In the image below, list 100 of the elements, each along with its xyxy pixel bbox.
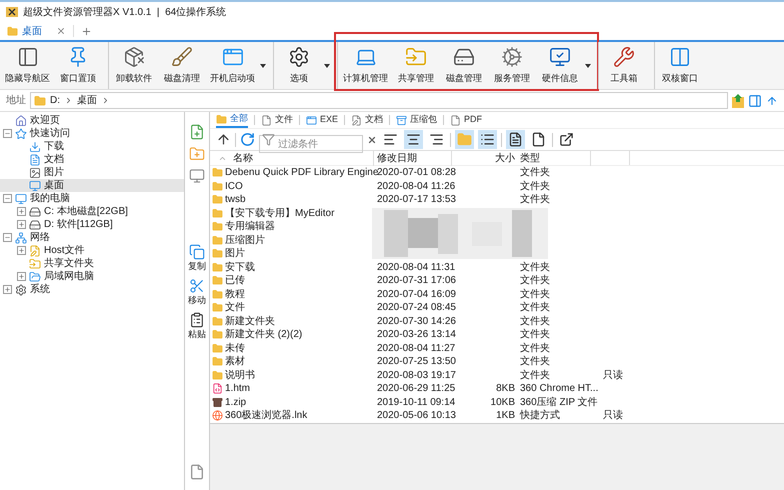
new-tab-icon[interactable] <box>81 26 92 36</box>
tree-item[interactable]: 下载 <box>0 140 184 153</box>
app-logo-icon <box>6 7 18 17</box>
tree-item[interactable]: 局域网电脑 <box>0 270 184 283</box>
toolbar-button[interactable]: 计算机管理 <box>340 44 391 88</box>
folder-icon <box>212 234 223 246</box>
side-action-button[interactable]: 复制 <box>188 244 206 272</box>
toolbar-button[interactable]: 服务管理 <box>489 44 535 88</box>
folder-icon <box>212 167 223 178</box>
file-row[interactable]: 【安下载专用】MyEditor <box>210 206 784 220</box>
tree-item[interactable]: 图片 <box>0 166 184 179</box>
tree-item[interactable]: 共享文件夹 <box>0 257 184 270</box>
file-row[interactable]: 压缩图片 <box>210 234 784 247</box>
tree-item[interactable]: 文档 <box>0 153 184 166</box>
expand-icon[interactable] <box>17 272 26 281</box>
expand-icon[interactable] <box>17 246 26 255</box>
filter-field[interactable]: 过滤条件 <box>259 135 363 153</box>
column-header[interactable]: 名称 <box>210 150 374 166</box>
address-field[interactable]: D: 桌面 <box>30 92 728 109</box>
view-button[interactable] <box>506 130 525 149</box>
file-row[interactable]: 文件 2020-07-24 08:45 文件夹 <box>210 301 784 314</box>
tree-item[interactable]: 欢迎页 <box>0 114 184 127</box>
tree-item[interactable]: D: 软件[112GB] <box>0 218 184 231</box>
side-action-button[interactable] <box>189 124 205 140</box>
expand-icon[interactable] <box>17 207 26 216</box>
toolbar-button[interactable]: 开机启动项 <box>207 44 258 88</box>
file-row[interactable]: 未传 2020-08-04 11:27 文件夹 <box>210 342 784 355</box>
folder-icon <box>212 262 223 273</box>
toolbar-button[interactable]: 共享管理 <box>393 44 439 88</box>
tree-item[interactable]: 桌面 <box>0 179 184 192</box>
collapse-icon[interactable] <box>3 194 12 203</box>
arrow-icon[interactable] <box>766 94 778 106</box>
filter-tab[interactable]: 全部 <box>216 112 248 128</box>
filter-tab[interactable]: EXE <box>306 112 338 128</box>
tree-item[interactable]: 快速访问 <box>0 127 184 140</box>
chevron-icon[interactable] <box>101 96 110 105</box>
tree-item[interactable]: 系统 <box>0 283 184 296</box>
file-row[interactable]: 图片 <box>210 247 784 260</box>
date-cell: 2020-07-01 08:28 <box>377 167 456 178</box>
column-header[interactable]: 类型 <box>518 150 591 166</box>
side-action-button[interactable]: 移动 <box>188 278 206 306</box>
file-row[interactable]: 1.zip 2019-10-11 09:14 10KB 360压缩 ZIP 文件 <box>210 396 784 409</box>
close-icon[interactable] <box>56 26 66 36</box>
filter-tab[interactable]: PDF <box>450 112 482 128</box>
breadcrumb[interactable]: D: <box>50 93 60 108</box>
column-header[interactable]: 修改日期 <box>374 150 452 166</box>
caret-icon[interactable] <box>324 64 330 68</box>
view-button[interactable] <box>404 130 423 149</box>
filter-tab[interactable]: 文档 <box>351 112 384 128</box>
column-header[interactable]: 大小 <box>452 150 518 166</box>
toolbar-button[interactable]: 窗口置顶 <box>55 44 101 88</box>
clear-icon[interactable] <box>367 134 377 144</box>
panel-icon[interactable] <box>748 94 762 108</box>
toolbar-button[interactable]: 工具箱 <box>601 44 647 88</box>
toolbar-button[interactable]: 卸载软件 <box>111 44 157 88</box>
expand-icon[interactable] <box>3 285 12 294</box>
view-button[interactable] <box>478 130 497 149</box>
tree-item[interactable]: Host文件 <box>0 244 184 257</box>
file-row[interactable]: 安下载 2020-08-04 11:31 文件夹 <box>210 260 784 274</box>
type-cell: 文件夹 <box>520 329 550 340</box>
folder-icon <box>212 329 223 340</box>
side-action-button[interactable] <box>189 168 205 184</box>
file-row[interactable]: twsb 2020-07-17 13:53 文件夹 <box>210 193 784 206</box>
file-row[interactable]: 专用编辑器 <box>210 220 784 234</box>
date-cell: 2019-10-11 09:14 <box>377 396 456 408</box>
collapse-icon[interactable] <box>3 129 12 138</box>
toolbar-button[interactable]: 双核窗口 <box>657 44 703 88</box>
file-row[interactable]: 1.htm 2020-06-29 11:25 8KB 360 Chrome HT... <box>210 382 784 396</box>
toolbar-button[interactable]: 选项 <box>276 44 322 88</box>
file-row[interactable]: 已传 2020-07-31 17:06 文件夹 <box>210 274 784 288</box>
breadcrumb[interactable]: 桌面 <box>77 93 97 108</box>
toolbar-button[interactable]: 磁盘清理 <box>159 44 205 88</box>
side-action-button[interactable] <box>189 146 205 162</box>
tree-item[interactable]: 网络 <box>0 231 184 244</box>
file-row[interactable]: 新建文件夹 2020-07-30 14:26 文件夹 <box>210 314 784 328</box>
caret-icon[interactable] <box>260 64 266 68</box>
file-row[interactable]: 素材 2020-07-25 13:50 文件夹 <box>210 355 784 368</box>
toolbar-button[interactable]: 隐藏导航区 <box>2 44 53 88</box>
page-icon <box>531 132 546 147</box>
toolbar-button[interactable]: 磁盘管理 <box>441 44 487 88</box>
file-icon[interactable] <box>189 464 205 480</box>
file-row[interactable]: Debenu Quick PDF Library Engine2020-07-01 08:28 文件夹 <box>210 166 784 180</box>
collapse-icon[interactable] <box>3 233 12 242</box>
side-action-button[interactable]: 粘贴 <box>188 312 206 340</box>
home-icon <box>15 114 27 126</box>
expand-icon[interactable] <box>17 220 26 229</box>
chevron-icon[interactable] <box>64 96 73 105</box>
toolbar-button[interactable]: 硬件信息 <box>537 44 583 88</box>
refresh-icon[interactable] <box>240 132 255 147</box>
up-folder-icon[interactable] <box>732 94 744 108</box>
file-row[interactable]: ICO 2020-08-04 11:26 文件夹 <box>210 180 784 193</box>
tree-item[interactable]: C: 本地磁盘[22GB] <box>0 205 184 218</box>
tree-item[interactable]: 我的电脑 <box>0 192 184 205</box>
file-row[interactable]: 说明书 2020-08-03 19:17 文件夹 只读 <box>210 368 784 382</box>
file-row[interactable]: 教程 2020-07-04 16:09 文件夹 <box>210 288 784 301</box>
filter-tab[interactable]: 压缩包 <box>396 112 438 128</box>
filter-tab[interactable]: 文件 <box>261 112 293 128</box>
file-row[interactable]: 新建文件夹 (2)(2) 2020-03-26 13:14 文件夹 <box>210 328 784 342</box>
file-row[interactable]: 360极速浏览器.lnk 2020-05-06 10:13 1KB 快捷方式 只读 <box>210 409 784 422</box>
caret-icon[interactable] <box>585 64 591 68</box>
